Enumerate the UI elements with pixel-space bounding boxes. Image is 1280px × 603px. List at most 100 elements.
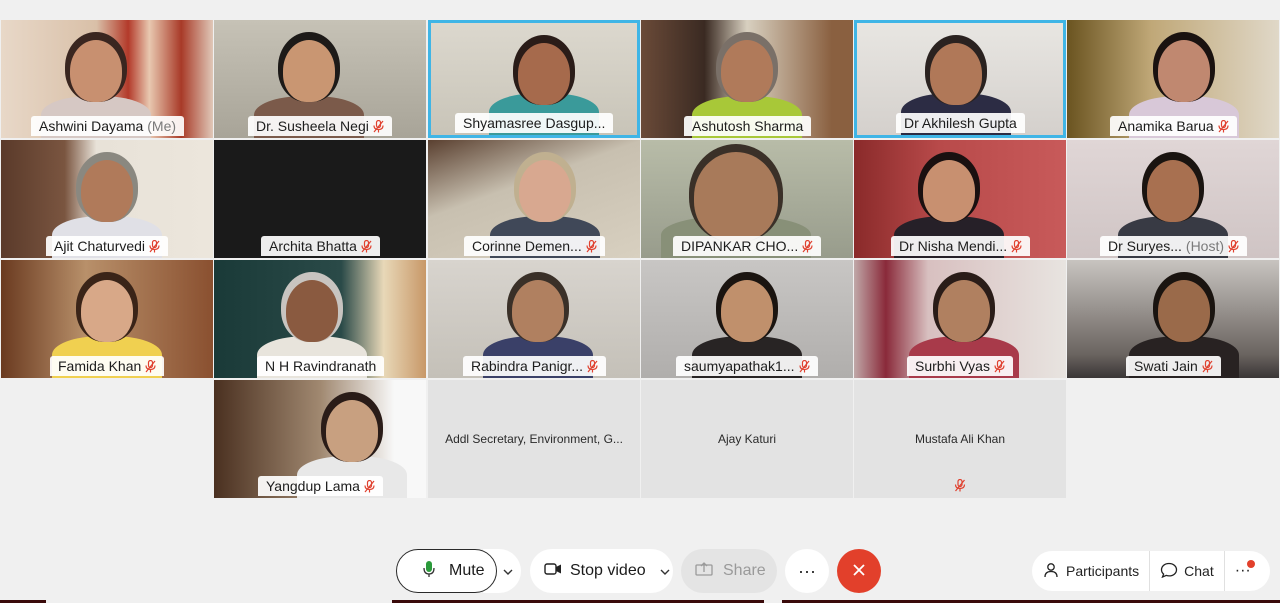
video-tile[interactable]: Dr. Susheela Negi [214, 20, 426, 138]
mute-label: Mute [449, 562, 485, 579]
participant-video [923, 160, 976, 222]
participant-video [285, 280, 338, 342]
participant-name-tag: Dr Akhilesh Gupta [896, 113, 1025, 133]
video-tile[interactable]: Dr Nisha Mendi... [854, 140, 1066, 258]
mic-muted-icon [586, 239, 597, 253]
video-tile[interactable]: Shyamasree Dasgup... [428, 20, 640, 138]
participant-name-tag: Dr. Susheela Negi [248, 116, 392, 136]
participant-name: Dr Akhilesh Gupta [904, 115, 1017, 131]
participant-name: N H Ravindranath [265, 358, 377, 374]
participant-name-tag: Ashutosh Sharma [684, 116, 812, 136]
video-tile[interactable]: Famida Khan [1, 260, 213, 378]
participant-video [81, 160, 133, 222]
mic-muted-icon [798, 359, 810, 373]
participants-button[interactable]: Participants [1032, 562, 1149, 581]
more-options-button[interactable]: ··· [785, 549, 829, 593]
participant-video [1157, 40, 1210, 102]
participant-video [721, 280, 773, 342]
participant-name-tag: Dr Nisha Mendi... [891, 236, 1031, 256]
video-tile[interactable]: N H Ravindranath [214, 260, 426, 378]
participant-name: Dr Suryes... [1108, 238, 1182, 254]
participant-name-tag: Famida Khan [50, 356, 165, 376]
participant-name: Yangdup Lama [266, 478, 360, 494]
chat-icon [1160, 562, 1178, 581]
participant-name-tag: saumyapathak1... [676, 356, 818, 376]
mic-muted-icon [149, 239, 160, 253]
participant-name-tag: Rabindra Panigr... [463, 356, 607, 376]
video-tile[interactable]: Archita Bhatta [214, 140, 426, 258]
participant-video [512, 280, 565, 342]
mic-muted-icon [145, 359, 156, 373]
participant-name: DIPANKAR CHO... [681, 238, 799, 254]
mic-muted-icon [587, 359, 598, 373]
participant-name: Corinne Demen... [472, 238, 582, 254]
mic-muted-icon [1228, 239, 1239, 253]
participant-name: Dr Nisha Mendi... [899, 238, 1008, 254]
participant-video [518, 160, 571, 222]
participant-name: Swati Jain [1134, 358, 1198, 374]
video-tile[interactable]: Rabindra Panigr... [428, 260, 640, 378]
video-tile[interactable]: Mustafa Ali Khan [854, 380, 1066, 498]
mute-button[interactable]: Mute [396, 549, 497, 593]
leave-meeting-button[interactable] [837, 549, 881, 593]
participant-video [283, 40, 336, 102]
video-tile[interactable]: Surbhi Vyas [854, 260, 1066, 378]
mic-muted-icon [373, 119, 384, 133]
participant-video [929, 43, 982, 105]
share-button[interactable]: Share [681, 549, 777, 593]
participant-video [325, 400, 378, 462]
close-icon [852, 560, 866, 583]
share-label: Share [723, 562, 766, 579]
participant-video [721, 40, 773, 102]
participant-name: saumyapathak1... [684, 358, 795, 374]
chat-button[interactable]: Chat [1150, 562, 1224, 581]
more-options-button[interactable]: ··· [1225, 560, 1261, 580]
stop-video-button[interactable]: Stop video [530, 549, 673, 593]
participant-name: Rabindra Panigr... [471, 358, 584, 374]
notification-dot [1246, 560, 1255, 568]
video-camera-icon [544, 562, 562, 580]
chat-label: Chat [1184, 563, 1214, 579]
participant-name: Anamika Barua [1118, 118, 1214, 134]
mic-muted-icon [361, 239, 372, 253]
video-tile[interactable]: Ashutosh Sharma [641, 20, 853, 138]
video-tile[interactable]: Swati Jain [1067, 260, 1279, 378]
participant-video [518, 43, 571, 105]
participant-name: Ajit Chaturvedi [54, 238, 146, 254]
video-tile[interactable]: Dr Suryes... (Host) [1067, 140, 1279, 258]
video-tile[interactable]: Addl Secretary, Environment, G... [428, 380, 640, 498]
participant-name-tag: N H Ravindranath [257, 356, 385, 376]
video-tile[interactable]: Yangdup Lama [214, 380, 426, 498]
video-tile[interactable]: DIPANKAR CHO... [641, 140, 853, 258]
side-controls: Participants Chat ··· [1032, 551, 1270, 591]
participant-name-tag: Dr Suryes... (Host) [1100, 236, 1248, 256]
participant-name-tag: Surbhi Vyas [907, 356, 1013, 376]
participant-name-tag: Archita Bhatta [261, 236, 380, 256]
participant-video [70, 40, 123, 102]
video-tile[interactable]: Ajit Chaturvedi [1, 140, 213, 258]
participant-video [938, 280, 991, 342]
participant-video [1147, 160, 1199, 222]
mic-muted-icon [994, 359, 1005, 373]
participant-video [1157, 280, 1210, 342]
share-screen-icon [695, 561, 713, 581]
mic-muted-icon [802, 239, 813, 253]
microphone-icon [423, 560, 435, 583]
video-tile[interactable]: Dr Akhilesh Gupta [854, 20, 1066, 138]
video-tile[interactable]: Ashwini Dayama (Me) [1, 20, 213, 138]
video-tile[interactable]: Ajay Katuri [641, 380, 853, 498]
chevron-down-icon [503, 562, 513, 580]
chevron-down-icon[interactable] [660, 562, 670, 580]
participant-name: Surbhi Vyas [915, 358, 990, 374]
video-tile[interactable]: Anamika Barua [1067, 20, 1279, 138]
video-tile[interactable]: saumyapathak1... [641, 260, 853, 378]
mic-muted-icon [1218, 119, 1229, 133]
participant-name-tag: Corinne Demen... [464, 236, 605, 256]
video-tile[interactable]: Corinne Demen... [428, 140, 640, 258]
participant-name-tag: Ajit Chaturvedi [46, 236, 169, 256]
participant-name-tag: Yangdup Lama [258, 476, 383, 496]
participant-video [81, 280, 133, 342]
participant-name: Shyamasree Dasgup... [463, 115, 606, 131]
participant-role: (Me) [147, 118, 177, 134]
participant-video [694, 152, 779, 242]
